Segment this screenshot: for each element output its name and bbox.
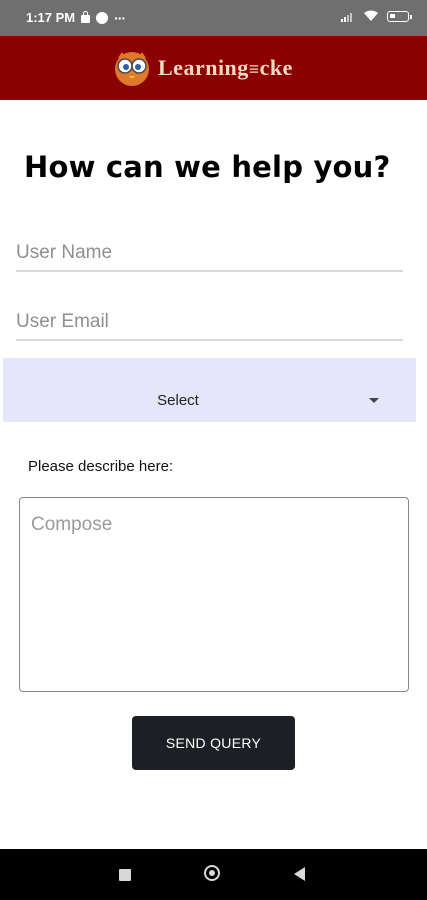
more-dots-icon: ···	[114, 9, 126, 26]
lock-icon	[81, 10, 91, 23]
navigation-bar	[0, 849, 427, 900]
recent-apps-icon[interactable]	[119, 869, 131, 881]
brand-name: Learning	[158, 55, 249, 80]
status-bar: 1:17 PM ···	[0, 0, 427, 36]
select-value: Select	[157, 392, 199, 409]
brand-mark: ≡	[248, 59, 260, 79]
signal-icon	[341, 12, 352, 22]
dropdown-arrow-icon	[369, 398, 379, 403]
wifi-icon	[364, 10, 378, 21]
battery-level	[390, 13, 395, 18]
user-email-input[interactable]	[16, 305, 403, 341]
status-right	[341, 10, 412, 22]
back-icon[interactable]	[294, 867, 305, 881]
send-query-button[interactable]: SEND QUERY	[132, 716, 295, 770]
user-name-input[interactable]	[16, 236, 403, 272]
status-left: 1:17 PM ···	[26, 9, 126, 26]
compose-textarea[interactable]	[19, 497, 409, 692]
page-title: How can we help you?	[24, 150, 391, 184]
battery-icon	[387, 10, 412, 22]
category-select[interactable]: Select	[3, 358, 416, 422]
chat-bubble-icon	[96, 11, 109, 24]
describe-label: Please describe here:	[28, 458, 174, 475]
status-time: 1:17 PM	[26, 10, 76, 25]
brand: Learning≡cke	[112, 48, 293, 88]
brand-suffix: cke	[259, 55, 293, 80]
app-header: Learning≡cke	[0, 36, 427, 100]
home-icon[interactable]	[204, 865, 220, 881]
owl-mascot-icon	[115, 52, 149, 86]
brand-text: Learning≡cke	[158, 55, 293, 81]
